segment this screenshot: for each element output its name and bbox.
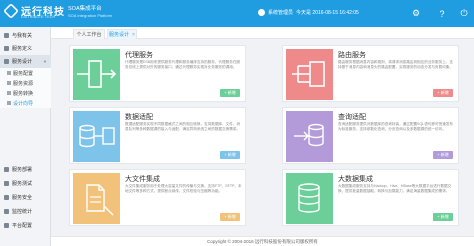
app-header: 远行科技 DISTRIBUTE TECH SOA集成平台 SOA Integra… <box>0 0 474 27</box>
card-title: 数据适配 <box>125 114 153 121</box>
card-description: 查询适配服务提供对数据库的查询封装，通过配置SQL语句即可快速发布为标准服务，支… <box>338 122 454 131</box>
current-date: 今天是 2016-08-15 16:42:05 <box>296 10 359 16</box>
power-icon: ⏻ <box>460 8 468 18</box>
sidebar-item-label: 监控统计 <box>12 209 33 215</box>
proxy-service-icon <box>73 49 120 100</box>
sidebar-subitem-label: 服务转换 <box>13 90 34 97</box>
big-data-icon <box>286 173 333 224</box>
sidebar-subitem-service-resource[interactable]: 服务资源 <box>0 78 51 88</box>
user-name[interactable]: 系统管理员 <box>268 9 293 16</box>
file-icon <box>7 101 11 105</box>
logout-button[interactable]: ⏻ <box>452 0 474 27</box>
copyright-text: Copyright © 2004-2016 远行科技股份有限公司版权所有 <box>207 238 318 244</box>
add-data-adapter-button[interactable]: + 新增 <box>220 151 240 159</box>
sidebar: 与我有关 服务定义 服务设计 ▼ 服务配置 服务资源 服务转换 设计向导 服务部… <box>0 27 51 246</box>
card-proxy-service: 代理服务 代理服务是ESB用来提供服务代理和服务编排支持的服务，代理服务在服务总… <box>69 45 246 102</box>
sidebar-subitem-label: 服务资源 <box>13 80 34 87</box>
settings-button[interactable]: ⚙ <box>404 0 428 27</box>
card-description: 大文件集成服务用于处理大容量文件的传输与交换，支持FTP、SFTP、本地文件等多… <box>125 184 242 193</box>
card-title: 代理服务 <box>125 52 153 59</box>
gear-icon <box>4 223 9 228</box>
card-title: 大数据集成 <box>338 176 373 183</box>
system-subtitle: SOA Integration Platform <box>68 13 113 18</box>
sidebar-item-label: 服务定义 <box>12 46 33 52</box>
tab-workbench[interactable]: 个人工作台 <box>73 29 105 39</box>
sidebar-item-label: 服务安全 <box>12 195 33 201</box>
sidebar-subitem-design-wizard[interactable]: 设计向导 <box>0 98 51 108</box>
test-icon <box>4 181 9 186</box>
wrench-icon: ⚙ <box>411 8 421 18</box>
query-adapter-icon <box>286 111 333 162</box>
sidebar-item-service-test[interactable]: 服务测试 <box>0 177 51 190</box>
tab-label: 个人工作台 <box>76 32 102 38</box>
sidebar-item-label: 服务测试 <box>12 181 33 187</box>
sidebar-subitem-label: 服务配置 <box>13 70 34 77</box>
routing-service-icon <box>286 49 333 100</box>
add-routing-service-button[interactable]: + 新增 <box>433 89 453 97</box>
file-icon <box>7 71 11 75</box>
sidebar-subitem-service-config[interactable]: 服务配置 <box>0 68 51 78</box>
sidebar-subitem-service-transform[interactable]: 服务转换 <box>0 88 51 98</box>
help-button[interactable]: ? <box>430 0 454 27</box>
sidebar-item-platform-config[interactable]: 平台配置 <box>0 219 51 232</box>
sidebar-item-label: 平台配置 <box>12 223 33 229</box>
add-big-data-button[interactable]: + 新增 <box>433 213 453 221</box>
large-file-icon <box>73 173 120 224</box>
add-query-adapter-button[interactable]: + 新增 <box>433 151 453 159</box>
main-content: 代理服务 代理服务是ESB用来提供服务代理和服务编排支持的服务，代理服务在服务总… <box>51 39 474 236</box>
card-big-data-integration: 大数据集成 大数据集成服务支持与Hadoop、Hive、HBase等大数据平台进… <box>282 169 459 226</box>
card-title: 大文件集成 <box>125 176 160 183</box>
logo-mark-icon <box>3 3 19 19</box>
footer: Copyright © 2004-2016 远行科技股份有限公司版权所有 <box>51 236 474 246</box>
chart-icon <box>4 209 9 214</box>
lock-icon <box>4 195 9 200</box>
file-icon <box>7 81 11 85</box>
sidebar-item-label: 服务部署 <box>12 167 33 173</box>
sidebar-item-label: 与我有关 <box>12 33 33 39</box>
card-data-adapter: 数据适配 数据适配服务实现不同数据格式之间的相互转换，支持数据库、文件、消息队列… <box>69 107 246 164</box>
card-description: 路由服务根据消息内容和规则，将请求消息路由到相应的业务服务上，支持基于消息内容和… <box>338 60 453 69</box>
logo-subtitle: DISTRIBUTE TECH <box>21 15 56 19</box>
data-adapter-icon <box>73 111 120 162</box>
close-icon[interactable]: × <box>132 32 135 38</box>
card-title: 查询适配 <box>338 114 366 121</box>
card-routing-service: 路由服务 路由服务根据消息内容和规则，将请求消息路由到相应的业务服务上，支持基于… <box>282 45 459 102</box>
user-info: 系统管理员 今天是 2016-08-15 16:42:05 <box>258 9 359 16</box>
star-icon <box>4 33 9 38</box>
file-icon <box>7 91 11 95</box>
sidebar-item-monitoring[interactable]: 监控统计 <box>0 205 51 218</box>
card-large-file-integration: 大文件集成 大文件集成服务用于处理大容量文件的传输与交换，支持FTP、SFTP、… <box>69 169 246 226</box>
card-description: 大数据集成服务支持与Hadoop、Hive、HBase等大数据平台进行数据交换，… <box>338 184 452 193</box>
add-large-file-button[interactable]: + 新增 <box>220 213 240 221</box>
sidebar-item-related[interactable]: 与我有关 <box>0 29 51 42</box>
card-description: 数据适配服务实现不同数据格式之间的相互转换，支持数据库、文件、消息队列等多种数据… <box>125 122 240 131</box>
system-title: SOA集成平台 <box>68 6 102 12</box>
tab-service-design[interactable]: 服务设计 × <box>107 29 137 39</box>
add-proxy-service-button[interactable]: + 新增 <box>220 89 240 97</box>
doc-icon <box>4 46 9 51</box>
sidebar-item-service-definition[interactable]: 服务定义 <box>0 42 51 55</box>
chevron-down-icon: ▼ <box>43 59 47 64</box>
tab-bar: 个人工作台 服务设计 × <box>51 27 474 39</box>
design-icon <box>4 59 9 64</box>
tab-label: 服务设计 <box>109 32 130 38</box>
sidebar-item-label: 服务设计 <box>12 59 33 65</box>
card-title: 路由服务 <box>338 52 366 59</box>
deploy-icon <box>4 167 9 172</box>
card-query-adapter: 查询适配 查询适配服务提供对数据库的查询封装，通过配置SQL语句即可快速发布为标… <box>282 107 459 164</box>
sidebar-subitem-label: 设计向导 <box>13 100 34 107</box>
user-icon <box>258 9 265 16</box>
sidebar-item-service-security[interactable]: 服务安全 <box>0 191 51 204</box>
card-description: 代理服务是ESB用来提供服务代理和服务编排支持的服务，代理服务在服务总线上提供对… <box>125 60 241 69</box>
sidebar-item-service-design[interactable]: 服务设计 ▼ <box>0 55 51 68</box>
sidebar-item-service-deploy[interactable]: 服务部署 <box>0 163 51 176</box>
company-logo[interactable]: 远行科技 DISTRIBUTE TECH <box>3 3 64 23</box>
help-icon: ? <box>439 8 445 19</box>
